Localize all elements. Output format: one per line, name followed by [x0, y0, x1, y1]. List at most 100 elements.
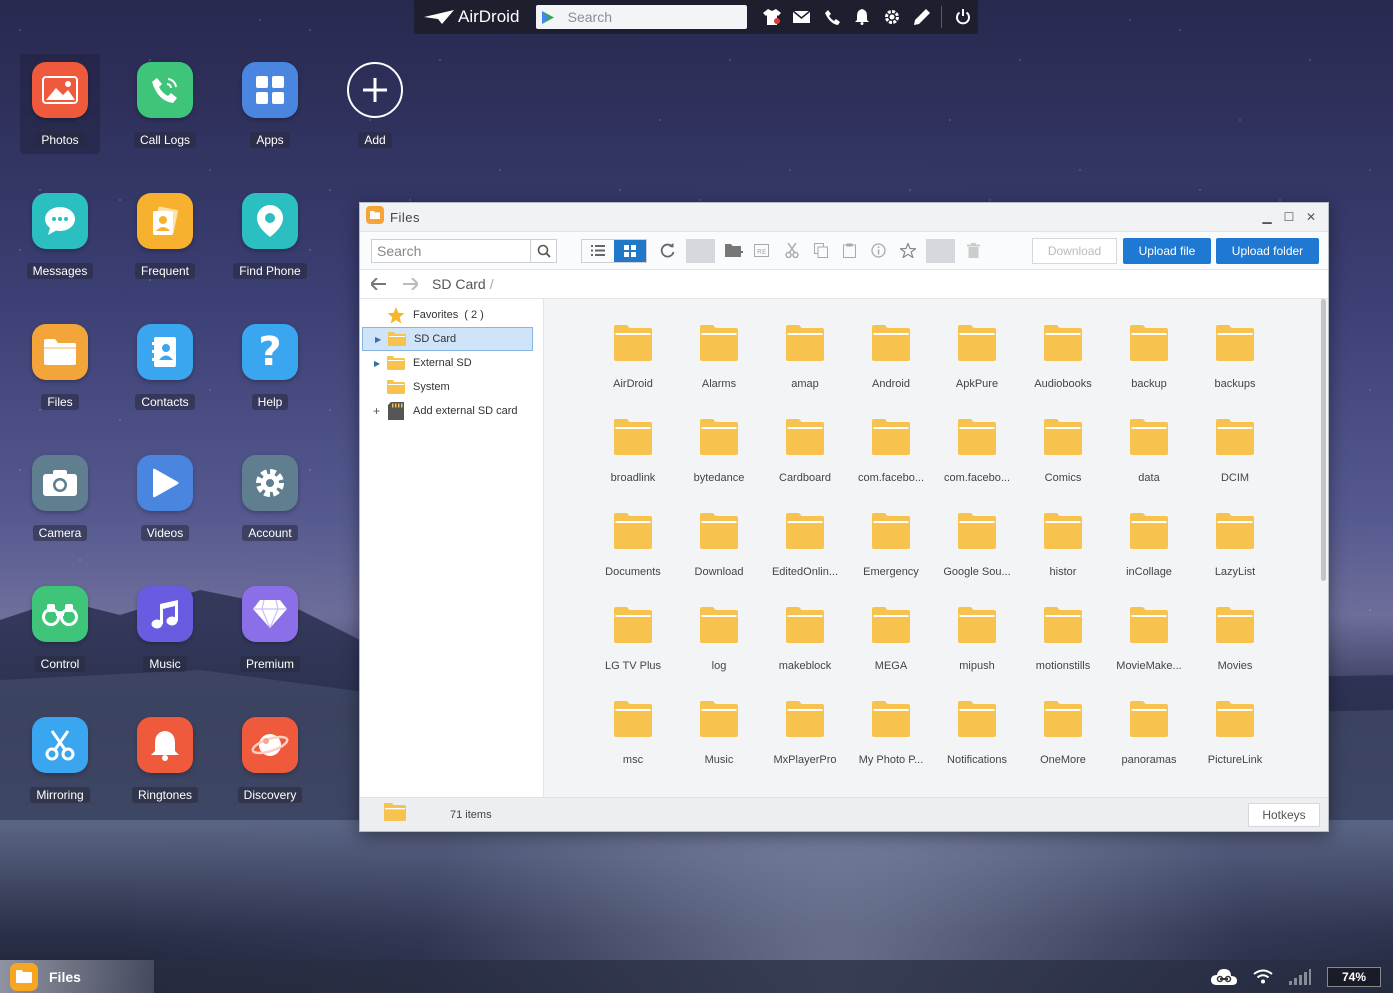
close-icon[interactable]: ✕	[1300, 210, 1322, 224]
folder-item[interactable]: My Photo P...	[848, 701, 934, 795]
folder-item[interactable]: histor	[1020, 513, 1106, 607]
folder-item[interactable]: Emergency	[848, 513, 934, 607]
files-search-input[interactable]: Search	[371, 238, 557, 263]
tree-item-sd-card[interactable]: ▶ SD Card	[362, 327, 533, 351]
upload-folder-button[interactable]: Upload folder	[1216, 237, 1319, 264]
desktop-icon-discovery[interactable]: Discovery	[230, 709, 310, 809]
minimize-icon[interactable]: ▁	[1256, 210, 1278, 224]
folder-item[interactable]: Android	[848, 325, 934, 419]
folder-item[interactable]: data	[1106, 419, 1192, 513]
desktop-icon-videos[interactable]: Videos	[125, 447, 205, 547]
power-icon[interactable]	[948, 0, 978, 34]
phone-icon[interactable]	[817, 0, 847, 34]
folder-item[interactable]: mipush	[934, 607, 1020, 701]
folder-item[interactable]: Download	[676, 513, 762, 607]
folder-item[interactable]: LazyList	[1192, 513, 1278, 607]
copy-icon[interactable]	[806, 239, 835, 263]
folder-item[interactable]: msc	[590, 701, 676, 795]
folder-item[interactable]: Audiobooks	[1020, 325, 1106, 419]
folder-item[interactable]: DCIM	[1192, 419, 1278, 513]
desktop-icon-messages[interactable]: Messages	[20, 185, 100, 285]
grid-view-icon[interactable]	[614, 239, 646, 262]
cut-icon[interactable]	[777, 239, 806, 263]
folder-item[interactable]: MEGA	[848, 607, 934, 701]
refresh-icon[interactable]	[653, 239, 682, 263]
folder-item[interactable]: Notifications	[934, 701, 1020, 795]
folder-item[interactable]: MxPlayerPro	[762, 701, 848, 795]
folder-item[interactable]: com.facebo...	[848, 419, 934, 513]
cloud-link-icon[interactable]	[1211, 968, 1237, 986]
paste-icon[interactable]	[835, 239, 864, 263]
folder-item[interactable]: Music	[676, 701, 762, 795]
expand-arrow-icon[interactable]: ▶	[375, 335, 383, 344]
folder-item[interactable]: PictureLink	[1192, 701, 1278, 795]
taskbar-item-files[interactable]: Files	[0, 960, 154, 993]
folder-item[interactable]: ApkPure	[934, 325, 1020, 419]
folder-item[interactable]: MovieMake...	[1106, 607, 1192, 701]
folder-item[interactable]: Comics	[1020, 419, 1106, 513]
breadcrumb-sd-card[interactable]: SD Card	[432, 276, 486, 292]
folder-item[interactable]: OneMore	[1020, 701, 1106, 795]
folder-item[interactable]: motionstills	[1020, 607, 1106, 701]
delete-icon[interactable]	[959, 239, 988, 263]
rename-icon[interactable]: RE	[748, 239, 777, 263]
folder-item[interactable]: Movies	[1192, 607, 1278, 701]
folder-item[interactable]: amap	[762, 325, 848, 419]
plus-icon[interactable]: +	[373, 404, 381, 418]
airdroid-logo[interactable]: AirDroid	[424, 7, 536, 27]
folder-item[interactable]: LG TV Plus	[590, 607, 676, 701]
desktop-icon-control[interactable]: Control	[20, 578, 100, 678]
favorite-star-icon[interactable]	[893, 239, 922, 263]
desktop-icon-contacts[interactable]: Contacts	[125, 316, 205, 416]
info-icon[interactable]	[864, 239, 893, 263]
folder-item[interactable]: panoramas	[1106, 701, 1192, 795]
desktop-icon-add[interactable]: Add	[335, 54, 415, 154]
folder-item[interactable]: bytedance	[676, 419, 762, 513]
folder-item[interactable]: broadlink	[590, 419, 676, 513]
desktop-icon-mirroring[interactable]: Mirroring	[20, 709, 100, 809]
back-arrow-icon[interactable]	[362, 278, 394, 290]
folder-item[interactable]: Documents	[590, 513, 676, 607]
tshirt-icon[interactable]	[757, 0, 787, 34]
desktop-icon-apps[interactable]: Apps	[230, 54, 310, 154]
tree-item-favorites[interactable]: Favorites ( 2 )	[362, 303, 533, 327]
desktop-icon-camera[interactable]: Camera	[20, 447, 100, 547]
desktop-icon-help[interactable]: ? Help	[230, 316, 310, 416]
gear-icon[interactable]	[877, 0, 907, 34]
folder-item[interactable]: makeblock	[762, 607, 848, 701]
desktop-icon-premium[interactable]: Premium	[230, 578, 310, 678]
tree-item-add-external-sd[interactable]: + Add external SD card	[362, 399, 533, 423]
new-folder-icon[interactable]	[719, 239, 748, 263]
folder-item[interactable]: backup	[1106, 325, 1192, 419]
folder-item[interactable]: inCollage	[1106, 513, 1192, 607]
expand-arrow-icon[interactable]: ▶	[374, 359, 382, 368]
desktop-icon-call-logs[interactable]: Call Logs	[125, 54, 205, 154]
tree-item-external-sd[interactable]: ▶ External SD	[362, 351, 533, 375]
folder-item[interactable]: AirDroid	[590, 325, 676, 419]
desktop-icon-ringtones[interactable]: Ringtones	[125, 709, 205, 809]
upload-file-button[interactable]: Upload file	[1123, 237, 1211, 264]
desktop-icon-music[interactable]: Music	[125, 578, 205, 678]
desktop-icon-find-phone[interactable]: Find Phone	[230, 185, 310, 285]
desktop-icon-frequent[interactable]: Frequent	[125, 185, 205, 285]
tree-item-system[interactable]: System	[362, 375, 533, 399]
desktop-icon-files[interactable]: Files	[20, 316, 100, 416]
desktop-icon-photos[interactable]: Photos	[20, 54, 100, 154]
download-button[interactable]: Download	[1032, 237, 1117, 264]
search-icon[interactable]	[530, 239, 556, 262]
scrollbar[interactable]	[1321, 299, 1326, 581]
desktop-icon-account[interactable]: Account	[230, 447, 310, 547]
folder-item[interactable]: backups	[1192, 325, 1278, 419]
folder-item[interactable]: log	[676, 607, 762, 701]
topbar-search-input[interactable]: Search	[535, 5, 747, 29]
folder-item[interactable]: Alarms	[676, 325, 762, 419]
maximize-icon[interactable]: ☐	[1278, 210, 1300, 224]
folder-item[interactable]: Google Sou...	[934, 513, 1020, 607]
mail-icon[interactable]	[787, 0, 817, 34]
folder-item[interactable]: com.facebo...	[934, 419, 1020, 513]
hotkeys-button[interactable]: Hotkeys	[1248, 802, 1320, 827]
bell-icon[interactable]	[847, 0, 877, 34]
edit-icon[interactable]	[907, 0, 937, 34]
folder-item[interactable]: Cardboard	[762, 419, 848, 513]
folder-item[interactable]: EditedOnlin...	[762, 513, 848, 607]
